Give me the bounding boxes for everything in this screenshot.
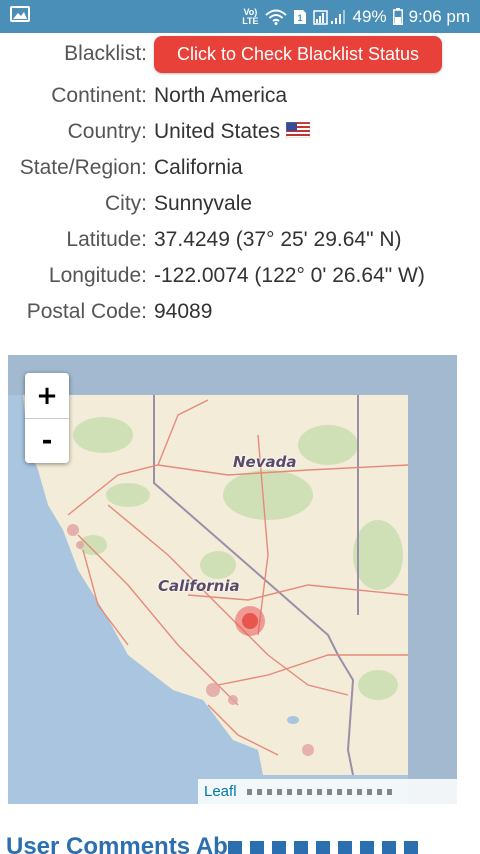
zoom-out-button[interactable]: - — [25, 418, 69, 463]
postal-row: Postal Code: 94089 — [0, 294, 480, 330]
postal-value: 94089 — [154, 300, 213, 323]
attribution-obscured — [246, 788, 397, 795]
zoom-control: + - — [25, 373, 69, 463]
city-label: City: — [105, 192, 147, 215]
leaflet-link[interactable]: Leafl — [204, 783, 237, 800]
user-comments-heading-text: User Comments Ab — [6, 833, 228, 854]
location-map[interactable]: Nevada California + - Leafl — [8, 355, 457, 804]
svg-text:1: 1 — [297, 13, 302, 23]
battery-icon — [392, 8, 403, 25]
latitude-value: 37.4249 (37° 25' 29.64" N) — [154, 228, 402, 251]
latitude-row: Latitude: 37.4249 (37° 25' 29.64" N) — [0, 222, 480, 258]
continent-value: North America — [154, 84, 288, 107]
longitude-value: -122.0074 (122° 0' 26.64" W) — [154, 264, 425, 287]
heading-obscured — [227, 840, 418, 854]
california-label: California — [158, 577, 240, 595]
longitude-row: Longitude: -122.0074 (122° 0' 26.64" W) — [0, 258, 480, 294]
signal-icon — [312, 9, 347, 25]
longitude-label: Longitude: — [48, 264, 147, 287]
location-marker[interactable] — [235, 606, 265, 636]
blacklist-label: Blacklist: — [64, 42, 147, 65]
status-bar: Vo) LTE 1 49% 9:06 pm — [0, 0, 480, 33]
us-flag-icon — [285, 120, 311, 144]
wifi-icon — [264, 9, 287, 25]
clock: 9:06 pm — [408, 6, 470, 26]
image-icon — [10, 6, 30, 27]
state-label: State/Region: — [19, 156, 147, 179]
zoom-in-button[interactable]: + — [25, 373, 69, 418]
country-label: Country: — [67, 120, 147, 143]
continent-label: Continent: — [51, 84, 147, 107]
nevada-label: Nevada — [233, 453, 297, 471]
sim-icon: 1 — [293, 9, 307, 25]
user-comments-heading: User Comments Ab — [6, 832, 418, 854]
country-name: United States — [154, 120, 281, 143]
network-type: Vo) LTE — [242, 6, 259, 26]
city-value: Sunnyvale — [154, 192, 253, 215]
state-value: California — [154, 156, 243, 179]
continent-row: Continent: North America — [0, 78, 480, 114]
country-row: Country: United States — [0, 114, 480, 150]
latitude-label: Latitude: — [66, 228, 147, 251]
check-blacklist-button[interactable]: Click to Check Blacklist Status — [154, 35, 442, 73]
map-attribution: Leafl — [198, 779, 457, 804]
postal-label: Postal Code: — [26, 300, 147, 323]
country-value: United States — [147, 120, 311, 144]
state-row: State/Region: California — [0, 150, 480, 186]
blacklist-row: Blacklist: Click to Check Blacklist Stat… — [0, 35, 480, 73]
battery-level: 49% — [352, 6, 387, 26]
city-row: City: Sunnyvale — [0, 186, 480, 222]
